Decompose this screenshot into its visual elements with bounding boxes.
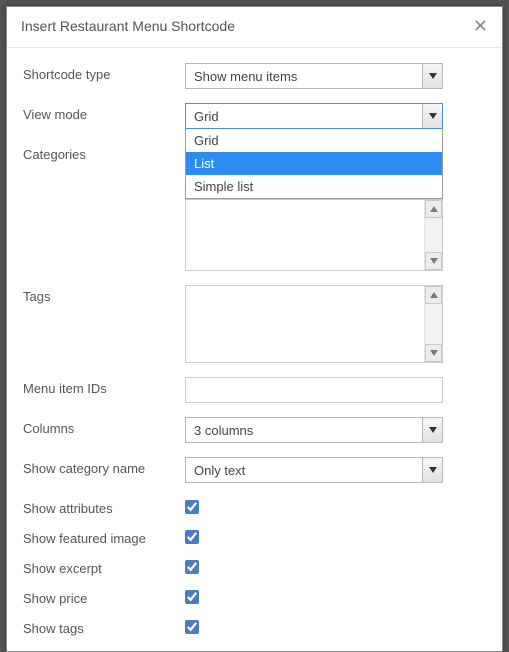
label-show-excerpt: Show excerpt: [23, 557, 185, 576]
label-categories: Categories: [23, 143, 185, 162]
select-columns[interactable]: 3 columns: [185, 417, 443, 443]
row-show-category-name: Show category name Only text: [23, 457, 486, 483]
row-menu-item-ids: Menu item IDs: [23, 377, 486, 403]
dialog-body-scroll[interactable]: Shortcode type Show menu items View mode…: [9, 51, 500, 649]
multiselect-categories[interactable]: [185, 199, 443, 271]
scrollbar[interactable]: [424, 286, 442, 362]
titlebar: Insert Restaurant Menu Shortcode ✕: [7, 7, 502, 48]
chevron-down-icon: [422, 418, 442, 442]
row-show-attributes: Show attributes: [23, 497, 486, 517]
label-show-category-name: Show category name: [23, 457, 185, 476]
checkbox-show-tags[interactable]: [185, 620, 199, 634]
label-menu-item-ids: Menu item IDs: [23, 377, 185, 396]
scrollbar[interactable]: [424, 200, 442, 270]
multiselect-tags[interactable]: [185, 285, 443, 363]
row-show-price: Show price: [23, 587, 486, 607]
row-columns: Columns 3 columns: [23, 417, 486, 443]
checkbox-show-attributes[interactable]: [185, 500, 199, 514]
select-view-mode-value: Grid: [194, 109, 219, 124]
row-show-featured-image: Show featured image: [23, 527, 486, 547]
label-view-mode: View mode: [23, 103, 185, 122]
checkbox-show-featured-image[interactable]: [185, 530, 199, 544]
chevron-down-icon: [422, 458, 442, 482]
close-icon[interactable]: ✕: [473, 17, 488, 35]
select-shortcode-type-value: Show menu items: [194, 69, 297, 84]
row-show-ingredients: Show ingredients: [23, 647, 486, 649]
select-show-category-name-value: Only text: [194, 463, 245, 478]
label-show-tags: Show tags: [23, 617, 185, 636]
row-show-tags: Show tags: [23, 617, 486, 637]
select-view-mode[interactable]: Grid: [185, 103, 443, 129]
select-columns-value: 3 columns: [194, 423, 253, 438]
modal-dialog: Insert Restaurant Menu Shortcode ✕ Short…: [6, 6, 503, 652]
select-shortcode-type[interactable]: Show menu items: [185, 63, 443, 89]
chevron-down-icon: [422, 64, 442, 88]
scroll-up-icon[interactable]: [425, 200, 442, 218]
input-menu-item-ids[interactable]: [185, 377, 443, 403]
select-show-category-name[interactable]: Only text: [185, 457, 443, 483]
label-columns: Columns: [23, 417, 185, 436]
checkbox-show-excerpt[interactable]: [185, 560, 199, 574]
row-tags: Tags: [23, 285, 486, 363]
chevron-down-icon: [422, 104, 442, 128]
label-shortcode-type: Shortcode type: [23, 63, 185, 82]
view-mode-option-list[interactable]: List: [186, 152, 442, 175]
dialog-title: Insert Restaurant Menu Shortcode: [21, 18, 235, 34]
label-show-attributes: Show attributes: [23, 497, 185, 516]
label-show-price: Show price: [23, 587, 185, 606]
view-mode-option-grid[interactable]: Grid: [186, 129, 442, 152]
row-shortcode-type: Shortcode type Show menu items: [23, 63, 486, 89]
checkbox-show-price[interactable]: [185, 590, 199, 604]
view-mode-dropdown: Grid List Simple list: [185, 129, 443, 199]
row-show-excerpt: Show excerpt: [23, 557, 486, 577]
row-view-mode: View mode Grid Grid List Simple list: [23, 103, 486, 129]
scroll-up-icon[interactable]: [425, 286, 442, 304]
label-tags: Tags: [23, 285, 185, 304]
label-show-ingredients: Show ingredients: [23, 647, 185, 649]
scroll-down-icon[interactable]: [425, 252, 442, 270]
view-mode-option-simple-list[interactable]: Simple list: [186, 175, 442, 198]
scroll-down-icon[interactable]: [425, 344, 442, 362]
label-show-featured-image: Show featured image: [23, 527, 185, 546]
